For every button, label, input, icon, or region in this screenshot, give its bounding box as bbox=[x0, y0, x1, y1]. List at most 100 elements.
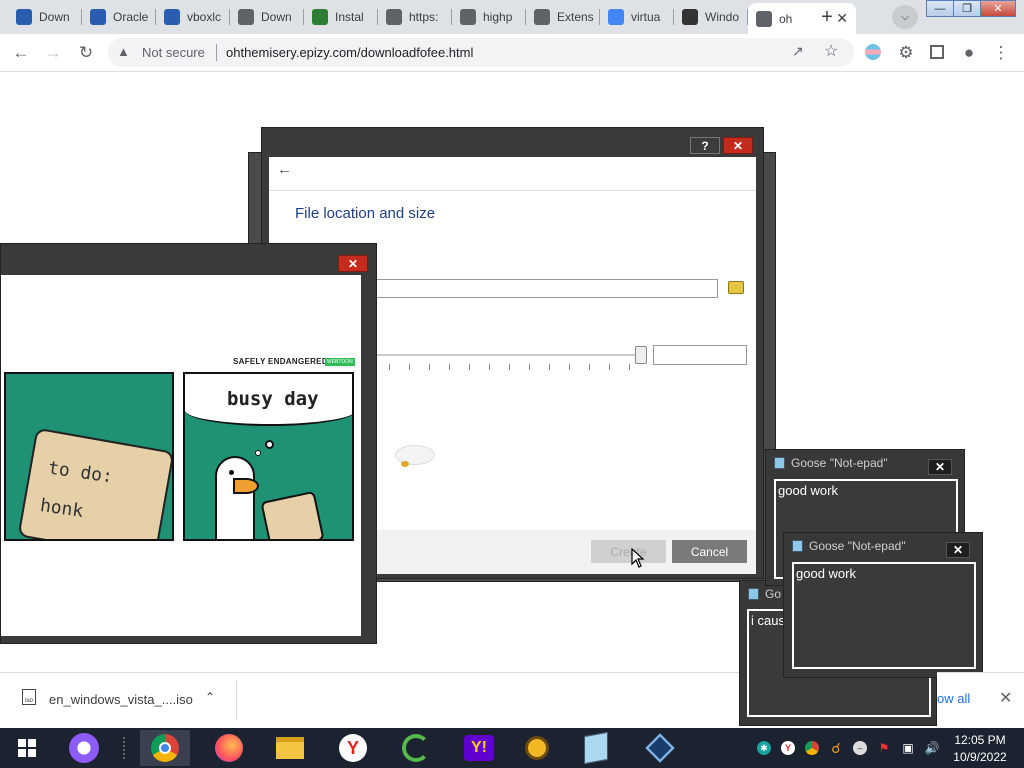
profile-icon[interactable]: ● bbox=[958, 42, 980, 64]
tray-minus-icon[interactable]: – bbox=[853, 741, 867, 755]
tab-0[interactable]: Down bbox=[8, 3, 82, 31]
virtualbox-app-icon[interactable] bbox=[643, 732, 677, 764]
tab-label: https: bbox=[409, 10, 439, 24]
tray-flag-icon[interactable]: ⚑ bbox=[877, 741, 891, 755]
globe-icon bbox=[460, 9, 476, 25]
vbox-close-button[interactable]: ✕ bbox=[723, 137, 753, 154]
yahoo-messenger-icon[interactable]: Y! bbox=[462, 732, 496, 764]
busy-day-text: busy day bbox=[227, 388, 319, 410]
tab-6[interactable]: highp bbox=[452, 3, 526, 31]
security-label[interactable]: Not secure bbox=[142, 45, 205, 60]
comic-image: SAFELY ENDANGERED WEBTOON to do: honk bu… bbox=[1, 275, 361, 636]
window-close-button[interactable]: ✕ bbox=[980, 0, 1016, 17]
downloads-close-icon[interactable]: ✕ bbox=[999, 688, 1012, 708]
comic-panel-2: busy day bbox=[183, 372, 354, 541]
globe-icon bbox=[386, 9, 402, 25]
volume-icon[interactable]: 🔊 bbox=[925, 741, 940, 755]
virtualbox-icon bbox=[164, 9, 180, 25]
tab-8[interactable]: virtua bbox=[600, 3, 674, 31]
page-title: File location and size bbox=[295, 205, 436, 222]
network-icon[interactable]: ▣ bbox=[901, 741, 915, 755]
note-close-button[interactable]: ✕ bbox=[946, 542, 970, 558]
puzzle-icon bbox=[534, 9, 550, 25]
chevron-up-icon[interactable]: ⌃ bbox=[205, 690, 215, 704]
comic-brand: SAFELY ENDANGERED bbox=[233, 357, 328, 366]
download-icon bbox=[312, 9, 328, 25]
tab-label: oh bbox=[779, 11, 793, 26]
tab-5[interactable]: https: bbox=[378, 3, 452, 31]
globe-icon bbox=[756, 10, 772, 27]
tab-9[interactable]: Windo bbox=[674, 3, 748, 31]
tab-7[interactable]: Extens bbox=[526, 3, 600, 31]
task-view-icon[interactable] bbox=[117, 732, 135, 764]
file-path-input[interactable] bbox=[369, 279, 718, 298]
bookmark-star-icon[interactable]: ☆ bbox=[824, 41, 838, 61]
comic-panel-1: to do: honk bbox=[4, 372, 174, 541]
cortana-icon[interactable] bbox=[67, 732, 101, 764]
chrome-icon[interactable] bbox=[140, 730, 190, 766]
back-arrow-icon[interactable]: ← bbox=[10, 42, 32, 64]
size-input[interactable] bbox=[653, 345, 747, 365]
building-icon bbox=[682, 9, 698, 25]
forward-arrow-icon[interactable]: → bbox=[42, 42, 64, 64]
tab-label: Down bbox=[261, 10, 292, 24]
mouse-cursor-icon bbox=[631, 548, 645, 568]
download-filename[interactable]: en_windows_vista_....iso bbox=[49, 692, 193, 707]
goose-eye bbox=[229, 470, 234, 475]
note-text-area[interactable]: good work bbox=[792, 562, 976, 669]
folder-icon[interactable] bbox=[728, 281, 744, 294]
menu-kebab-icon[interactable]: ⋮ bbox=[990, 42, 1012, 64]
help-button[interactable]: ? bbox=[690, 137, 720, 154]
cancel-button[interactable]: Cancel bbox=[672, 540, 747, 563]
extension-flag-icon[interactable] bbox=[865, 44, 881, 60]
tab-label: Extens bbox=[557, 10, 594, 24]
paper-in-hand bbox=[260, 490, 325, 539]
tab-10[interactable]: oh ✕ bbox=[748, 3, 856, 34]
tray-search-icon[interactable]: ☌ bbox=[829, 740, 843, 756]
notepad-app-icon[interactable] bbox=[579, 731, 613, 765]
ccleaner-icon[interactable] bbox=[399, 732, 433, 764]
tray-app-icon[interactable]: ✱ bbox=[757, 741, 771, 755]
tab-label: Down bbox=[39, 10, 70, 24]
thought-bubble-2 bbox=[255, 450, 261, 456]
notepad-icon bbox=[792, 540, 803, 552]
note-header: Goose "Not-epad" bbox=[792, 539, 906, 553]
minimize-button[interactable]: — bbox=[926, 0, 954, 17]
tab-3[interactable]: Down bbox=[230, 3, 304, 31]
goose-beak bbox=[233, 478, 259, 494]
size-slider-track[interactable] bbox=[369, 354, 644, 356]
file-explorer-icon[interactable] bbox=[273, 732, 307, 764]
tray-chrome-icon[interactable] bbox=[805, 741, 819, 755]
header-divider bbox=[269, 190, 756, 191]
address-bar[interactable]: ▲ Not secure ohthemisery.epizy.com/downl… bbox=[108, 38, 854, 67]
thought-bubble-1 bbox=[265, 440, 274, 449]
tab-search-button[interactable]: ⌵ bbox=[892, 5, 918, 29]
share-icon[interactable]: ↗ bbox=[792, 43, 804, 60]
warning-icon[interactable]: ▲ bbox=[117, 44, 130, 59]
start-button[interactable] bbox=[10, 732, 44, 764]
new-tab-button[interactable]: + bbox=[815, 6, 839, 28]
note-close-button[interactable]: ✕ bbox=[928, 459, 952, 475]
extensions-puzzle-icon[interactable]: ⚙ bbox=[895, 42, 917, 64]
size-slider-handle[interactable] bbox=[635, 346, 647, 364]
tab-label: vboxlc bbox=[187, 10, 222, 24]
slider-ticks bbox=[389, 364, 649, 370]
maximize-button[interactable]: ❐ bbox=[953, 0, 981, 17]
back-icon[interactable]: ← bbox=[277, 161, 292, 178]
omnibox-divider bbox=[216, 44, 217, 61]
tab-1[interactable]: Oracle bbox=[82, 3, 156, 31]
alarm-clock-icon[interactable] bbox=[520, 732, 554, 764]
yandex-icon[interactable]: Y bbox=[336, 732, 370, 764]
clock-date[interactable]: 10/9/2022 bbox=[949, 750, 1011, 764]
clock-time[interactable]: 12:05 PM bbox=[951, 733, 1009, 747]
comic-close-button[interactable]: ✕ bbox=[338, 255, 368, 272]
create-button[interactable]: Create bbox=[591, 540, 666, 563]
tab-2[interactable]: vboxlc bbox=[156, 3, 230, 31]
tab-4[interactable]: Instal bbox=[304, 3, 378, 31]
show-all-link[interactable]: ow all bbox=[937, 691, 970, 706]
side-panel-icon[interactable] bbox=[930, 45, 944, 59]
firefox-icon[interactable] bbox=[212, 732, 246, 764]
tray-yandex-icon[interactable]: Y bbox=[781, 741, 795, 755]
reload-icon[interactable]: ↻ bbox=[75, 42, 97, 64]
url-text[interactable]: ohthemisery.epizy.com/downloadfofee.html bbox=[226, 45, 473, 60]
